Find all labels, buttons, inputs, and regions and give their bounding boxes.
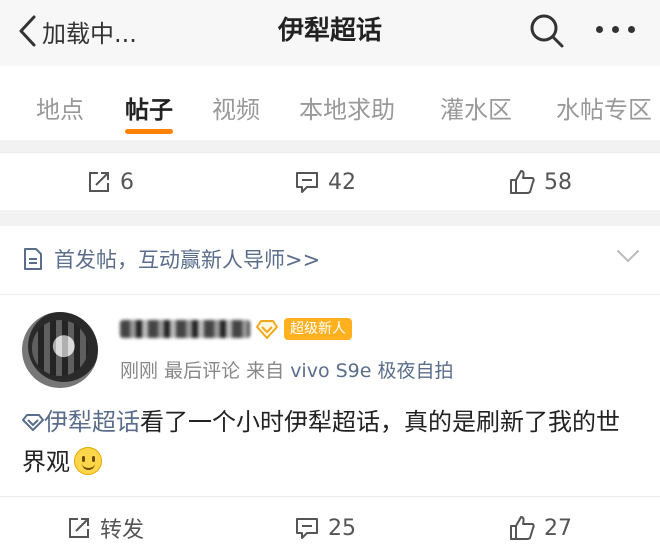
repost-label: 转发 — [100, 518, 145, 543]
repost-icon — [69, 518, 89, 538]
tab-posts[interactable]: 帖子 — [125, 90, 173, 125]
comment-button[interactable]: 25 — [294, 497, 356, 558]
post-card: 首发帖，互动赢新人导师>> 超级新人 刚刚 最后评论 来自 vivo S9e 极… — [0, 226, 660, 558]
comment-icon — [296, 518, 318, 539]
post-time: 刚刚 — [120, 360, 159, 382]
tab-location[interactable]: 地点 — [36, 90, 84, 125]
like-icon — [510, 516, 535, 540]
topic-diamond-icon — [22, 414, 44, 431]
comment-button[interactable]: 42 — [294, 153, 356, 211]
like-button[interactable]: 58 — [508, 153, 572, 211]
like-count: 27 — [544, 515, 572, 541]
comment-icon — [296, 172, 318, 193]
post-last-comment: 最后评论 — [164, 360, 241, 382]
prev-post-actions: 6 42 58 — [0, 152, 660, 210]
post-body[interactable]: 伊犁超话看了一个小时伊犁超话，真的是刷新了我的世界观 — [22, 402, 642, 482]
post-meta: 刚刚 最后评论 来自 vivo S9e 极夜自拍 — [120, 356, 454, 383]
diamond-icon — [256, 320, 278, 339]
repost-button[interactable]: 转发 — [66, 497, 144, 558]
post-device[interactable]: vivo S9e 极夜自拍 — [290, 360, 453, 382]
like-button[interactable]: 27 — [508, 497, 572, 558]
more-icon[interactable] — [596, 26, 636, 36]
tab-water-posts[interactable]: 水帖专区 — [556, 90, 652, 125]
username-blurred — [120, 320, 250, 338]
username[interactable]: 超级新人 — [120, 318, 352, 340]
search-icon — [530, 14, 564, 48]
divider — [0, 294, 660, 295]
search-button[interactable] — [528, 12, 566, 54]
repost-count: 6 — [120, 169, 134, 195]
topic-link[interactable]: 伊犁超话 — [44, 408, 140, 436]
repost-icon — [89, 172, 109, 192]
tab-videos[interactable]: 视频 — [212, 90, 260, 125]
user-badge: 超级新人 — [284, 318, 352, 340]
tab-bar: 地点 帖子 视频 本地求助 灌水区 水帖专区 — [0, 66, 660, 140]
document-icon — [24, 248, 42, 270]
like-count: 58 — [544, 169, 572, 195]
active-tab-indicator — [125, 129, 173, 134]
repost-button[interactable]: 6 — [86, 153, 134, 211]
tab-local-help[interactable]: 本地求助 — [299, 90, 395, 125]
avatar[interactable] — [22, 312, 98, 388]
post-from: 来自 — [246, 360, 285, 382]
tab-chat[interactable]: 灌水区 — [440, 90, 512, 125]
top-bar: 加载中... 伊犁超话 — [0, 0, 660, 66]
comment-count: 42 — [328, 169, 356, 195]
smile-emoji-icon — [74, 447, 102, 475]
notice-banner[interactable]: 首发帖，互动赢新人导师>> — [22, 244, 320, 274]
like-icon — [510, 170, 535, 194]
post-actions: 转发 25 27 — [0, 496, 660, 558]
chevron-down-icon[interactable] — [616, 248, 640, 264]
notice-text: 首发帖，互动赢新人导师>> — [54, 248, 321, 272]
comment-count: 25 — [328, 515, 356, 541]
